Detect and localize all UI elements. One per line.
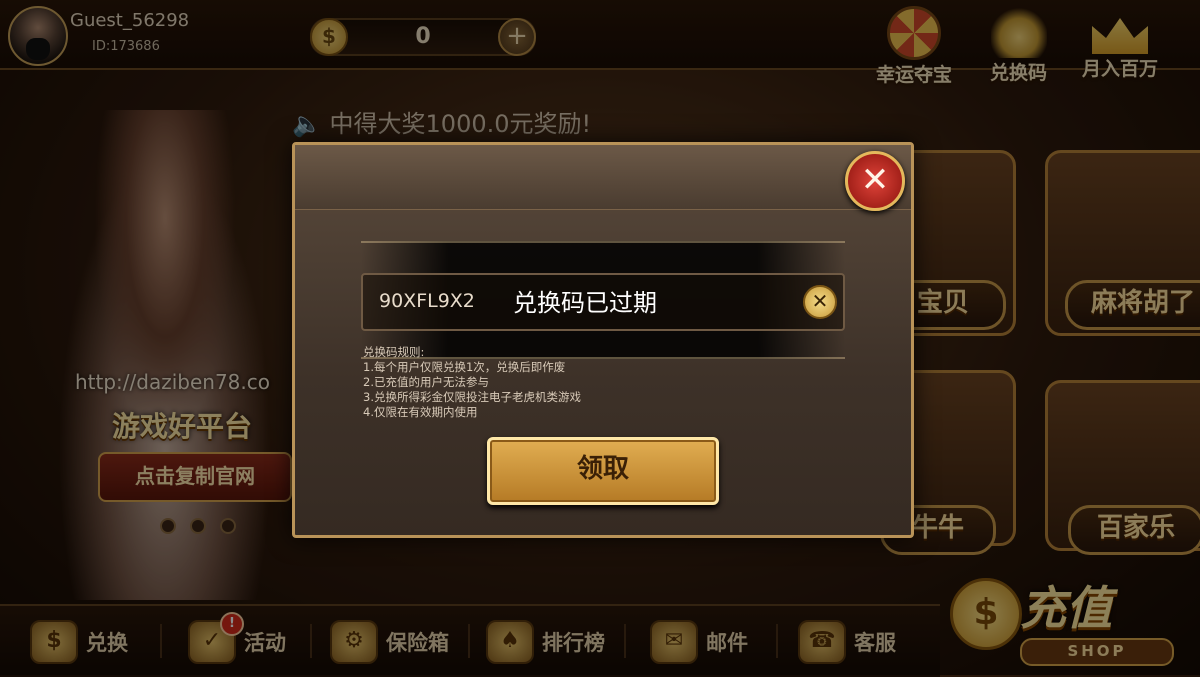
expired-toast-message: 兑换码已过期 xyxy=(513,289,657,317)
redeem-rules: 兑换码规则: 1.每个用户仅限兑换1次，兑换后即作废 2.已充值的用户无法参与 … xyxy=(363,345,581,420)
rule-item: 1.每个用户仅限兑换1次，兑换后即作废 xyxy=(363,360,566,374)
redeem-code-field: 兑换码已过期 ✕ xyxy=(361,273,845,331)
claim-button[interactable]: 领取 xyxy=(487,437,719,505)
redeem-code-input[interactable] xyxy=(377,275,531,327)
rule-item: 3.兑换所得彩金仅限投注电子老虎机类游戏 xyxy=(363,390,581,404)
close-button[interactable]: ✕ xyxy=(845,151,905,211)
rules-title: 兑换码规则: xyxy=(363,345,425,359)
rule-item: 2.已充值的用户无法参与 xyxy=(363,375,489,389)
dialog-header xyxy=(295,145,911,210)
clear-input-button[interactable]: ✕ xyxy=(803,285,837,319)
redeem-code-dialog: ✕ 兑换码已过期 ✕ 兑换码规则: 1.每个用户仅限兑换1次，兑换后即作废 2.… xyxy=(292,142,914,538)
rule-item: 4.仅限在有效期内使用 xyxy=(363,405,478,419)
